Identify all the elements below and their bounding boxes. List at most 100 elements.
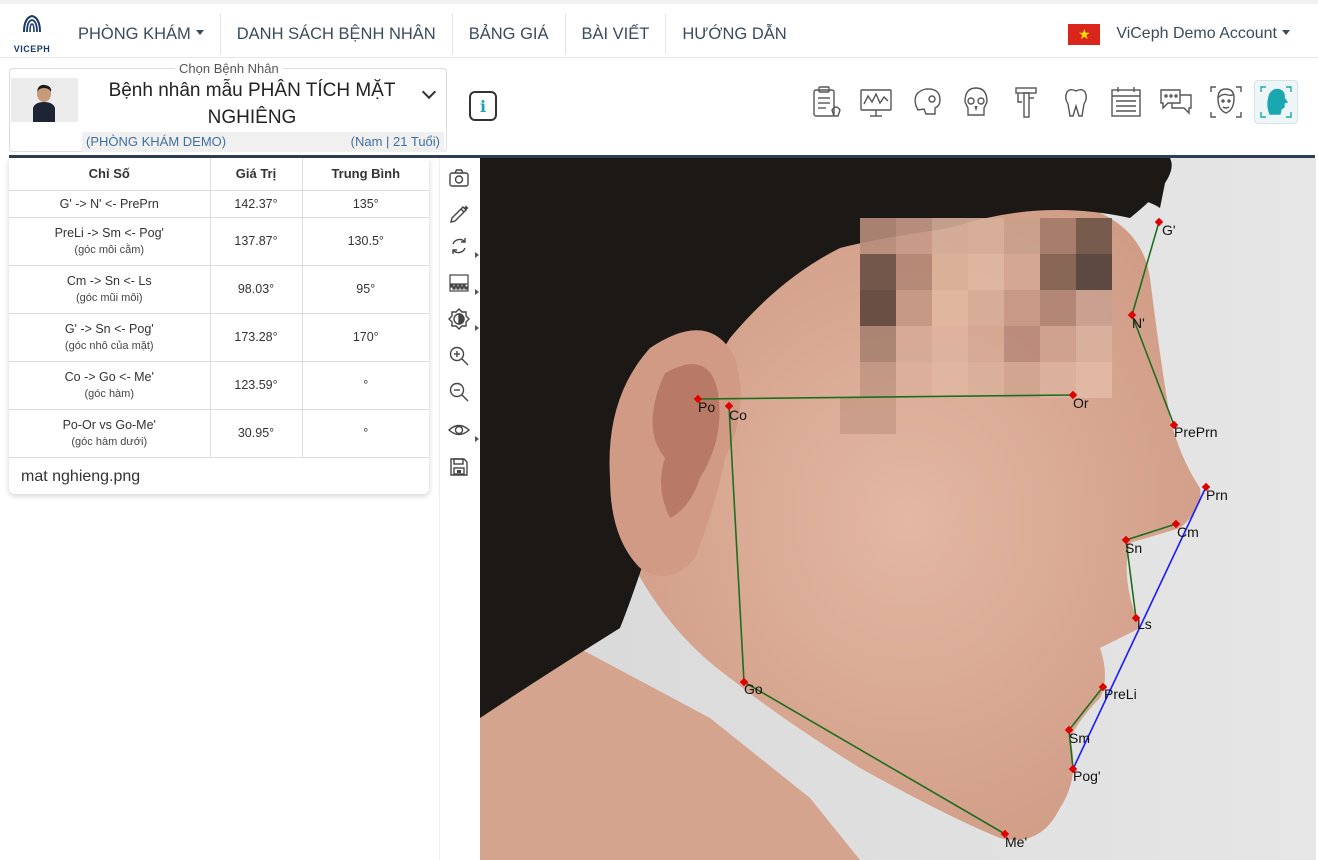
face-scan-icon[interactable] — [1204, 80, 1248, 124]
nav-phong-kham[interactable]: PHÒNG KHÁM — [62, 14, 221, 54]
table-header-row: Chỉ Số Giá Trị Trung Bình — [9, 158, 429, 191]
row-subtitle: (góc hàm dưới) — [71, 436, 148, 448]
row-value: 123.59° — [210, 361, 303, 410]
table-row: G' -> N' <- PrePrn 142.37° 135° — [9, 190, 429, 218]
patient-clinic: (PHÒNG KHÁM DEMO) — [86, 134, 227, 149]
table-row: Co -> Go <- Me' (góc hàm) 123.59° ° — [9, 361, 429, 410]
caliper-icon[interactable] — [1004, 80, 1048, 124]
landmark-go: Go — [744, 681, 763, 697]
row-name-text: G' -> N' <- PrePrn — [59, 196, 159, 211]
contrast-grid-icon[interactable] — [447, 271, 479, 295]
zoom-out-icon[interactable] — [447, 380, 471, 404]
face-profile-icon[interactable] — [1254, 80, 1298, 124]
patient-selector-legend: Chọn Bệnh Nhân — [175, 61, 283, 76]
logo-text: VICEPH — [13, 44, 51, 54]
nav-label: BẢNG GIÁ — [468, 25, 549, 43]
patient-avatar — [11, 78, 78, 122]
landmark-preli: PreLi — [1104, 686, 1137, 702]
brightness-icon[interactable] — [447, 307, 479, 331]
nav-bai-viet[interactable]: BÀI VIẾT — [566, 14, 667, 54]
measurements-table: Chỉ Số Giá Trị Trung Bình G' -> N' <- Pr… — [9, 158, 429, 458]
dropdown-triangle-icon — [475, 436, 479, 442]
landmark-n-prime: N' — [1132, 315, 1145, 331]
row-value: 173.28° — [210, 313, 303, 362]
save-icon[interactable] — [447, 455, 471, 479]
col-header-chi-so: Chỉ Số — [9, 158, 211, 191]
row-name-text: PreLi -> Sm <- Pog' — [54, 226, 164, 240]
row-name: Cm -> Sn <- Ls (góc mũi môi) — [9, 265, 211, 314]
camera-icon[interactable] — [447, 166, 471, 190]
landmark-me-prime: Me' — [1005, 834, 1027, 850]
patient-name: Bệnh nhân mẫu PHÂN TÍCH MẶT NGHIÊNG — [108, 80, 396, 128]
row-name-text: Co -> Go <- Me' — [64, 370, 154, 384]
row-mean: 130.5° — [302, 217, 429, 266]
skull-front-icon[interactable] — [954, 80, 998, 124]
row-subtitle: (góc môi cằm) — [74, 244, 145, 256]
nav-danh-sach-benh-nhan[interactable]: DANH SÁCH BỆNH NHÂN — [221, 14, 453, 54]
account-name: ViCeph Demo Account — [1116, 25, 1277, 42]
table-row: PreLi -> Sm <- Pog' (góc môi cằm) 137.87°… — [9, 217, 429, 266]
row-mean: 95° — [302, 265, 429, 314]
row-subtitle: (góc mũi môi) — [75, 292, 143, 304]
account-menu[interactable]: ★ ViCeph Demo Account — [1068, 14, 1290, 54]
zoom-in-icon[interactable] — [447, 344, 471, 368]
tooth-icon[interactable] — [1054, 80, 1098, 124]
profile-photo-canvas[interactable]: G' N' PrePrn Prn Cm Sn Ls PreLi Sm Pog' … — [480, 158, 1316, 860]
eye-icon[interactable] — [447, 418, 479, 442]
monitor-chart-icon[interactable] — [854, 80, 898, 124]
patient-meta: (PHÒNG KHÁM DEMO) (Nam | 21 Tuổi) — [82, 132, 444, 152]
viceph-logo[interactable]: VICEPH — [12, 10, 52, 54]
measurements-panel: Chỉ Số Giá Trị Trung Bình G' -> N' <- Pr… — [9, 158, 429, 494]
row-name: Po-Or vs Go-Me' (góc hàm dưới) — [9, 409, 211, 458]
row-mean: 170° — [302, 313, 429, 362]
top-navbar: VICEPH PHÒNG KHÁM DANH SÁCH BỆNH NHÂN BẢ… — [0, 0, 1318, 58]
row-name: G' -> Sn <- Pog' (góc nhô của mặt) — [9, 313, 211, 362]
row-name-text: G' -> Sn <- Pog' — [64, 322, 154, 336]
nav-huong-dan[interactable]: HƯỚNG DẪN — [666, 14, 802, 54]
calendar-icon[interactable] — [1104, 80, 1148, 124]
profile-photo: G' N' PrePrn Prn Cm Sn Ls PreLi Sm Pog' … — [480, 158, 1316, 860]
row-subtitle: (góc nhô của mặt) — [64, 340, 154, 352]
col-header-gia-tri: Giá Trị — [210, 158, 303, 191]
patient-selector[interactable]: Chọn Bệnh Nhân Bệnh nhân mẫu PHÂN TÍCH M… — [9, 61, 447, 152]
nav-label: DANH SÁCH BỆNH NHÂN — [236, 25, 436, 43]
row-value: 30.95° — [210, 409, 303, 458]
nav-label: PHÒNG KHÁM — [78, 25, 191, 43]
row-mean: ° — [302, 361, 429, 410]
nav-label: HƯỚNG DẪN — [682, 25, 787, 43]
landmark-or: Or — [1073, 395, 1089, 411]
dropdown-triangle-icon — [475, 325, 479, 331]
flag-star: ★ — [1078, 25, 1091, 42]
row-name-text: Cm -> Sn <- Ls — [66, 274, 152, 288]
pen-icon[interactable] — [447, 202, 471, 226]
landmark-pog-prime: Pog' — [1073, 768, 1101, 784]
image-side-toolbar — [439, 158, 480, 860]
row-value: 142.37° — [210, 190, 303, 218]
rotate-icon[interactable] — [447, 234, 479, 258]
nav-bang-gia[interactable]: BẢNG GIÁ — [453, 14, 566, 54]
info-button[interactable]: i — [469, 91, 497, 121]
col-header-trung-binh: Trung Bình — [302, 158, 429, 191]
chevron-down-icon[interactable] — [421, 84, 437, 100]
landmark-prn: Prn — [1206, 487, 1228, 503]
table-row: Po-Or vs Go-Me' (góc hàm dưới) 30.95° ° — [9, 409, 429, 458]
main-nav: PHÒNG KHÁM DANH SÁCH BỆNH NHÂN BẢNG GIÁ … — [62, 14, 803, 54]
landmark-po: Po — [698, 399, 715, 415]
patient-info: (Nam | 21 Tuổi) — [350, 134, 440, 149]
table-row: Cm -> Sn <- Ls (góc mũi môi) 98.03° 95° — [9, 265, 429, 314]
landmark-co: Co — [729, 407, 747, 423]
vietnam-flag-icon[interactable]: ★ — [1068, 23, 1101, 45]
row-name: PreLi -> Sm <- Pog' (góc môi cằm) — [9, 217, 211, 266]
row-subtitle: (góc hàm) — [84, 388, 135, 400]
caret-down-icon — [1282, 29, 1290, 35]
row-value: 137.87° — [210, 217, 303, 266]
chat-icon[interactable] — [1154, 80, 1198, 124]
clipboard-icon[interactable] — [804, 80, 848, 124]
landmark-ls: Ls — [1137, 616, 1152, 632]
landmark-sn: Sn — [1125, 540, 1142, 556]
info-icon: i — [479, 96, 487, 116]
skull-side-icon[interactable] — [904, 80, 948, 124]
logo-mark-icon — [23, 14, 41, 33]
dropdown-triangle-icon — [475, 289, 479, 295]
landmark-sm: Sm — [1069, 730, 1090, 746]
